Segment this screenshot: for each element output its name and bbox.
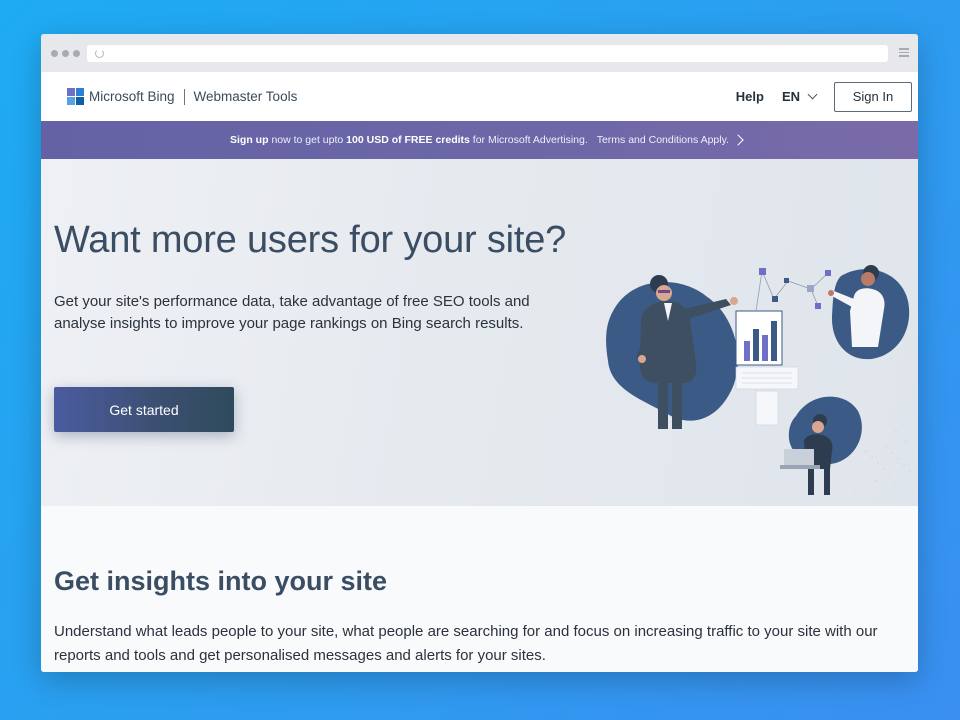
microsoft-logo[interactable] <box>67 88 84 105</box>
chevron-down-icon <box>807 89 818 100</box>
hero-section: Want more users for your site? Get your … <box>41 159 918 506</box>
site-header: Microsoft Bing Webmaster Tools Help EN S… <box>41 72 918 121</box>
get-started-button[interactable]: Get started <box>54 387 234 432</box>
promo-text-part: for Microsoft Advertising. <box>472 134 588 146</box>
window-dot[interactable] <box>62 49 69 57</box>
product-name[interactable]: Webmaster Tools <box>194 89 298 104</box>
hero-illustration <box>606 265 911 495</box>
language-label: EN <box>781 89 800 104</box>
brand-divider <box>183 88 185 105</box>
promo-terms[interactable]: Terms and Conditions Apply. <box>597 134 729 146</box>
promo-signup[interactable]: Sign up <box>230 134 269 146</box>
hero-description: Get your site's performance data, take a… <box>54 293 530 332</box>
window-controls[interactable] <box>51 49 80 57</box>
menu-icon[interactable] <box>899 48 909 59</box>
sign-in-button[interactable]: Sign In <box>834 81 912 112</box>
promo-text-part: now to get upto <box>271 134 344 146</box>
window-dot[interactable] <box>73 49 80 57</box>
help-link[interactable]: Help <box>736 89 764 104</box>
language-selector[interactable]: EN <box>781 89 818 104</box>
reload-icon[interactable] <box>95 49 104 58</box>
promo-amount: 100 USD of FREE credits <box>346 134 470 146</box>
browser-toolbar <box>41 34 918 72</box>
chevron-right-icon[interactable] <box>732 134 744 146</box>
window-dot[interactable] <box>51 49 58 57</box>
hero-title: Want more users for your site? <box>54 219 567 261</box>
promo-banner[interactable]: Sign up now to get upto 100 USD of FREE … <box>41 121 918 159</box>
header-nav: Help EN Sign In <box>736 81 912 112</box>
insights-title: Get insights into your site <box>54 566 388 596</box>
address-bar[interactable] <box>87 45 888 62</box>
promo-text: Sign up now to get upto 100 USD of FREE … <box>230 134 729 146</box>
browser-window: Microsoft Bing Webmaster Tools Help EN S… <box>41 34 918 672</box>
insights-description: Understand what leads people to your sit… <box>54 623 878 664</box>
insights-section: Get insights into your site Understand w… <box>41 506 918 672</box>
brand-name[interactable]: Microsoft Bing <box>89 89 175 104</box>
